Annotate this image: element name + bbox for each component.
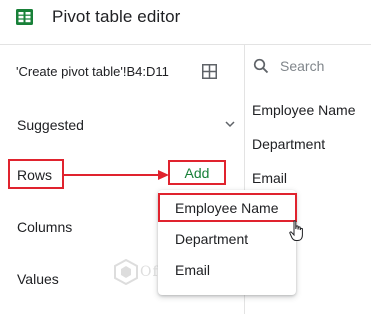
source-range-text[interactable]: 'Create pivot table'!B4:D11 [16,64,169,79]
field-item-email[interactable]: Email [252,170,287,186]
dropdown-item-email[interactable]: Email [175,262,210,278]
select-range-grid-icon[interactable] [202,64,217,79]
field-search-input[interactable] [280,57,368,75]
sheets-icon [16,9,33,25]
chevron-down-icon[interactable] [224,118,236,130]
field-item-employee-name[interactable]: Employee Name [252,102,356,118]
columns-label: Columns [17,219,73,235]
officewheel-logo-icon [114,259,138,285]
rows-add-button[interactable]: Add [168,160,226,185]
editor-header: Pivot table editor [0,0,371,34]
field-item-department[interactable]: Department [252,136,325,152]
values-label: Values [17,271,59,287]
suggested-label[interactable]: Suggested [17,117,84,133]
dropdown-item-department[interactable]: Department [175,231,248,247]
page-title: Pivot table editor [52,7,181,26]
rows-label: Rows [17,167,53,183]
rows-section-label: Rows [8,159,64,189]
add-button-label: Add [184,165,210,181]
highlight-box [158,193,297,222]
annotation-arrow [64,170,169,180]
search-icon [253,58,269,74]
hand-cursor-icon [289,220,303,241]
